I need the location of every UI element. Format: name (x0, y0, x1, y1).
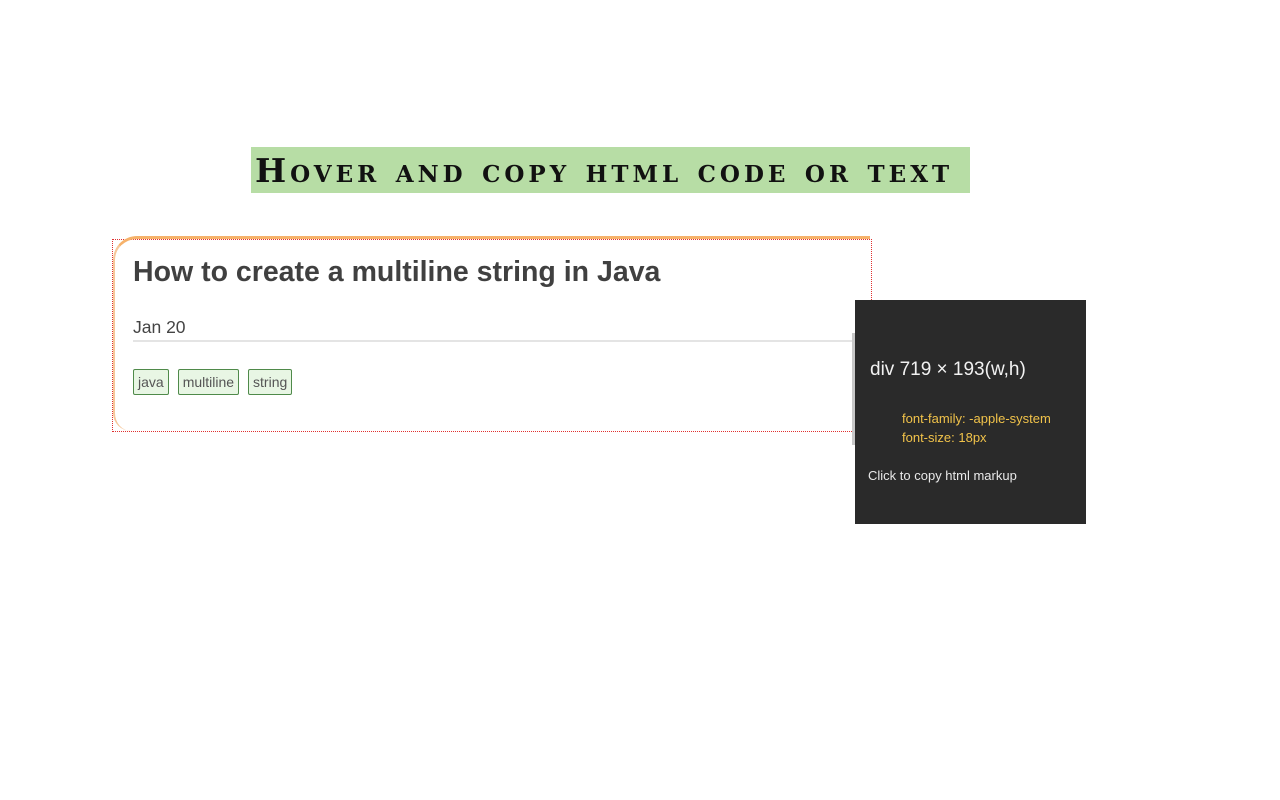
page-canvas: Hover and copy html code or text How to … (0, 0, 1280, 800)
tag-multiline[interactable]: multiline (177, 369, 240, 395)
font-size-property: font-size: 18px (902, 430, 987, 445)
banner-title: Hover and copy html code or text (255, 150, 954, 190)
inspector-tooltip[interactable]: div 719 × 193(w,h) font-family: -apple-s… (852, 300, 1086, 524)
element-size-label: div 719 × 193(w,h) (870, 359, 1026, 380)
copy-markup-hint[interactable]: Click to copy html markup (868, 468, 1017, 483)
tag-list: java multiline string (133, 369, 293, 395)
article-card[interactable]: How to create a multiline string in Java… (112, 236, 873, 432)
banner: Hover and copy html code or text (251, 147, 970, 193)
tag-string[interactable]: string (248, 369, 293, 395)
article-date: Jan 20 (133, 317, 186, 337)
font-family-property: font-family: -apple-system (902, 411, 1051, 426)
tooltip-pointer (852, 333, 855, 445)
divider (133, 340, 873, 342)
tag-java[interactable]: java (133, 369, 169, 395)
article-title[interactable]: How to create a multiline string in Java (133, 256, 660, 289)
